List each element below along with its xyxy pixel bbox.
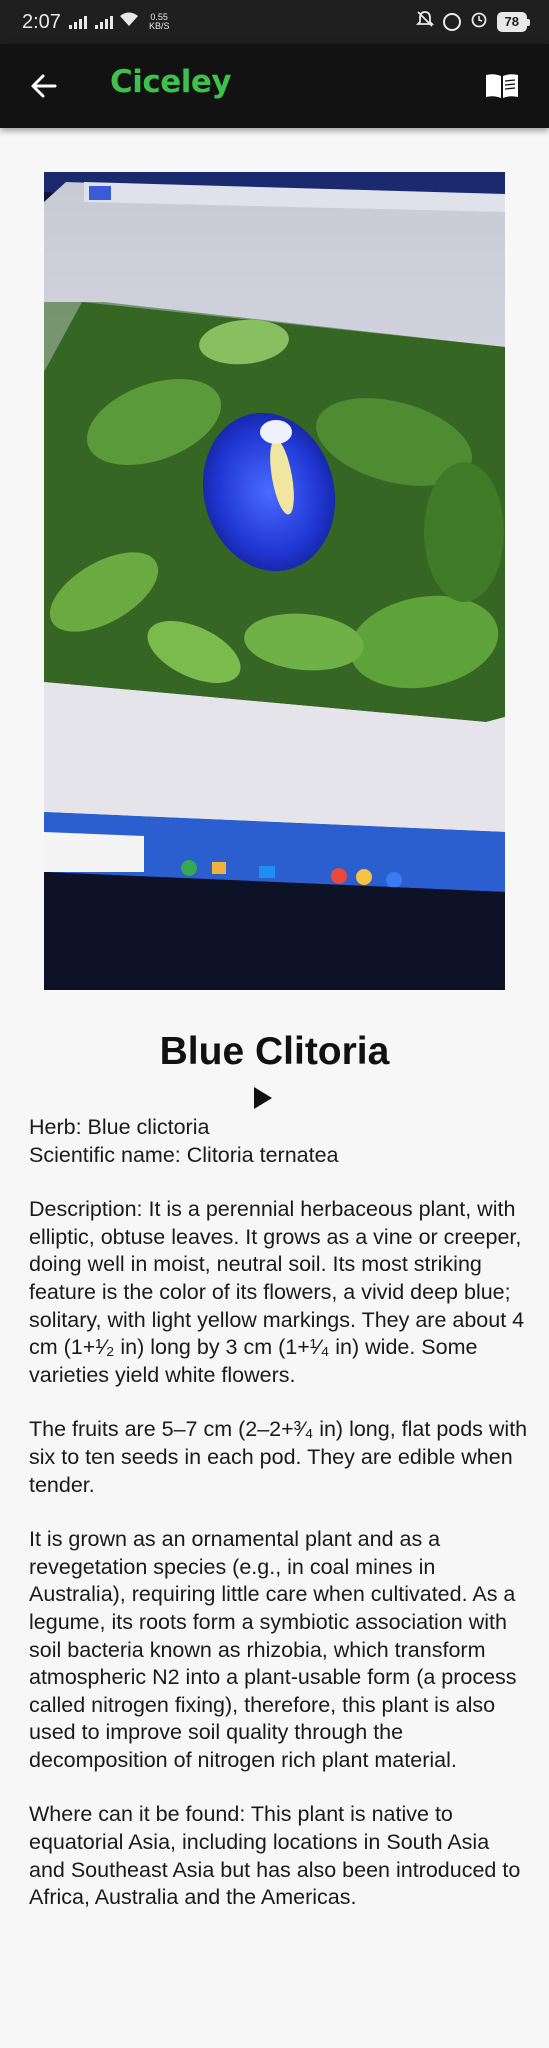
status-time: 2:07 (22, 10, 61, 33)
data-saver-icon (442, 13, 461, 31)
arrow-left-icon (31, 74, 57, 98)
app-logo: Ciceley (110, 64, 232, 100)
signal-icon (94, 15, 113, 29)
status-bar: 2:07 0.55 KB/S 78 (0, 0, 549, 44)
book-open-icon (486, 74, 518, 98)
net-speed: 0.55 KB/S (149, 13, 170, 31)
signal-icon (68, 15, 87, 29)
plant-title: Blue Clitoria (159, 1030, 390, 1073)
herb-name: Herb: Blue clictoria (29, 1115, 210, 1139)
plant-photo-image (44, 172, 505, 990)
wifi-icon (119, 11, 139, 33)
fruits-paragraph: The fruits are 5–7 cm (2–2+³⁄₄ in) long,… (29, 1417, 528, 1497)
battery-icon: 78 (496, 12, 531, 32)
alarm-icon (470, 10, 488, 34)
read-button[interactable] (483, 68, 521, 104)
habitat-paragraph: Where can it be found: This plant is nat… (29, 1802, 521, 1910)
description-paragraph: Description: It is a perennial herbaceou… (29, 1197, 525, 1387)
play-icon (254, 1087, 272, 1109)
mute-icon (415, 10, 434, 34)
back-button[interactable] (24, 66, 64, 106)
plant-photo (44, 172, 505, 990)
scientific-name: Scientific name: Clitoria ternatea (29, 1142, 339, 1167)
plant-details: Herb: Blue clictoria Scientific name: Cl… (29, 1114, 529, 1912)
app-bar: Ciceley (0, 44, 549, 128)
ornamental-paragraph: It is grown as an ornamental plant and a… (29, 1527, 517, 1772)
net-speed-unit: KB/S (148, 21, 170, 31)
play-audio-button[interactable] (251, 1085, 275, 1111)
